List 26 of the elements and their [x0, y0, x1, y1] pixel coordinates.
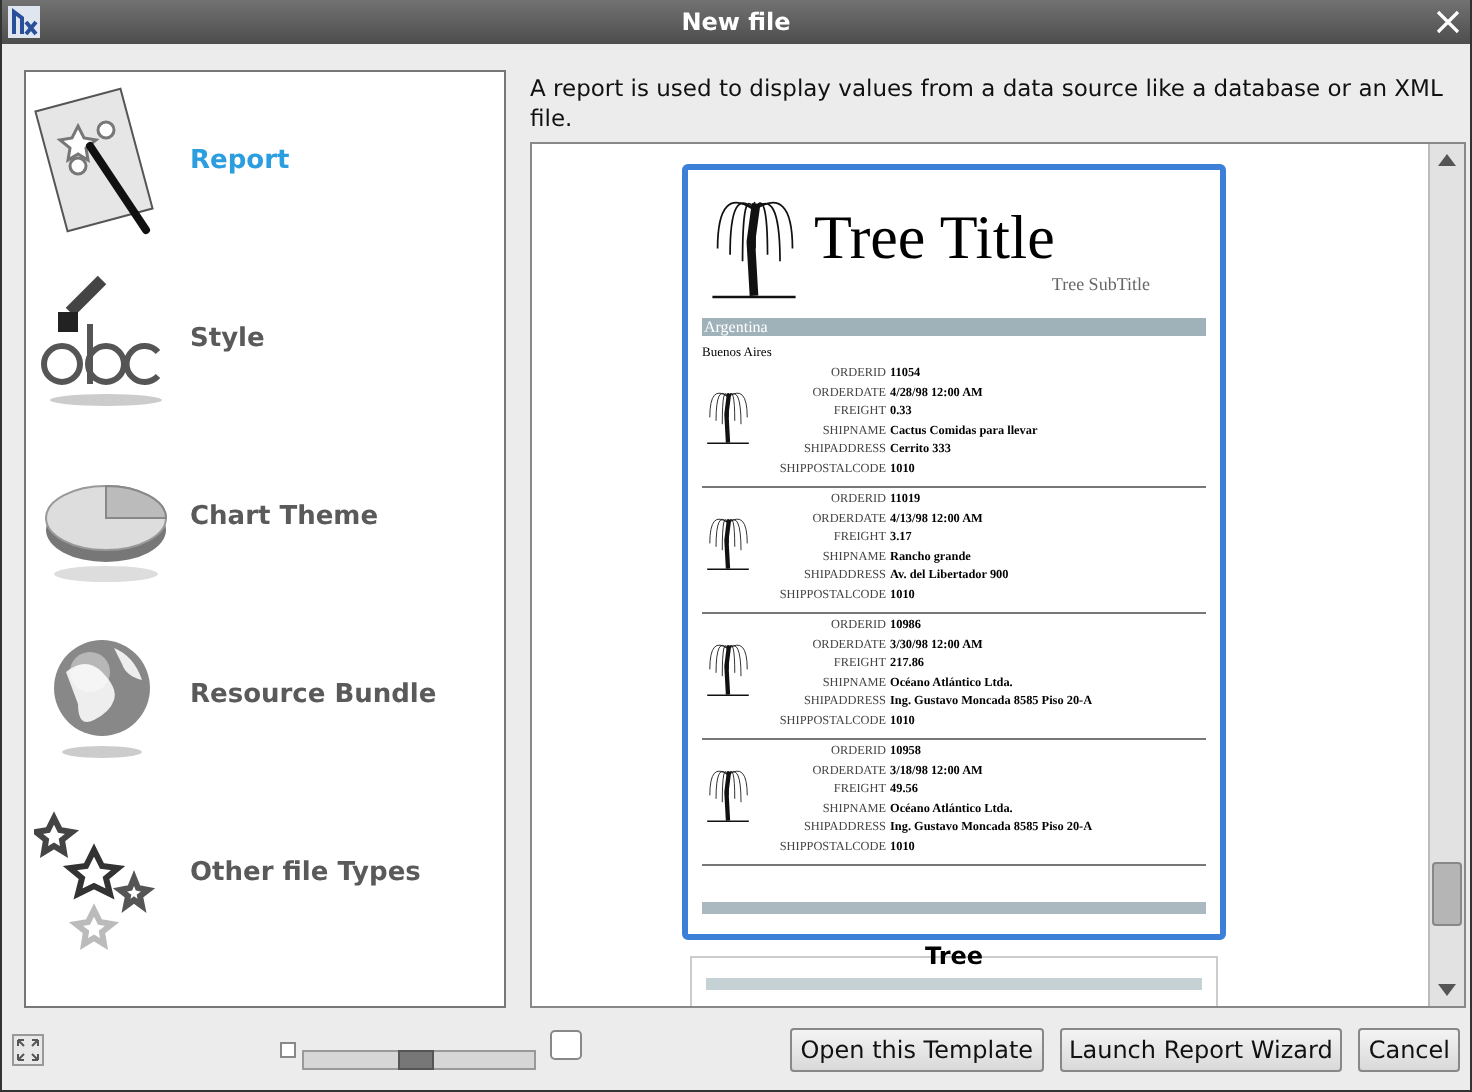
large-size-icon — [550, 1029, 582, 1059]
zoom-slider[interactable] — [302, 1050, 536, 1070]
slider-thumb[interactable] — [398, 1050, 435, 1070]
report-subtitle: Tree SubTitle — [1051, 274, 1152, 294]
small-size-icon — [280, 1042, 296, 1058]
cancel-button[interactable]: Cancel — [1358, 1028, 1460, 1072]
sidebar-item[interactable]: Resource Bundle — [26, 606, 504, 784]
open-template-button[interactable]: Open this Template — [790, 1028, 1044, 1072]
sidebar-item[interactable]: Chart Theme — [26, 428, 504, 606]
sidebar-item[interactable]: Other file Types — [26, 784, 504, 962]
sidebar-item[interactable]: Style — [26, 250, 504, 428]
group-header: Argentina — [702, 318, 1206, 336]
template-name: Tree — [924, 940, 984, 972]
close-button[interactable] — [1434, 8, 1462, 36]
app-icon — [6, 4, 42, 40]
description-text: A report is used to display values from a data source like a database or an XML file. — [530, 72, 1445, 136]
scrollbar[interactable] — [1428, 144, 1464, 1006]
scroll-thumb[interactable] — [1432, 862, 1462, 926]
launch-wizard-button[interactable]: Launch Report Wizard — [1059, 1028, 1343, 1072]
close-icon — [1434, 8, 1462, 36]
window-title: New file — [681, 8, 791, 36]
up-arrow-icon — [1438, 154, 1456, 166]
report-title: Tree Title — [814, 202, 1057, 274]
down-arrow-icon — [1438, 984, 1456, 996]
fit-view-icon[interactable] — [12, 1034, 44, 1066]
template-thumbnail[interactable] — [682, 164, 1226, 940]
